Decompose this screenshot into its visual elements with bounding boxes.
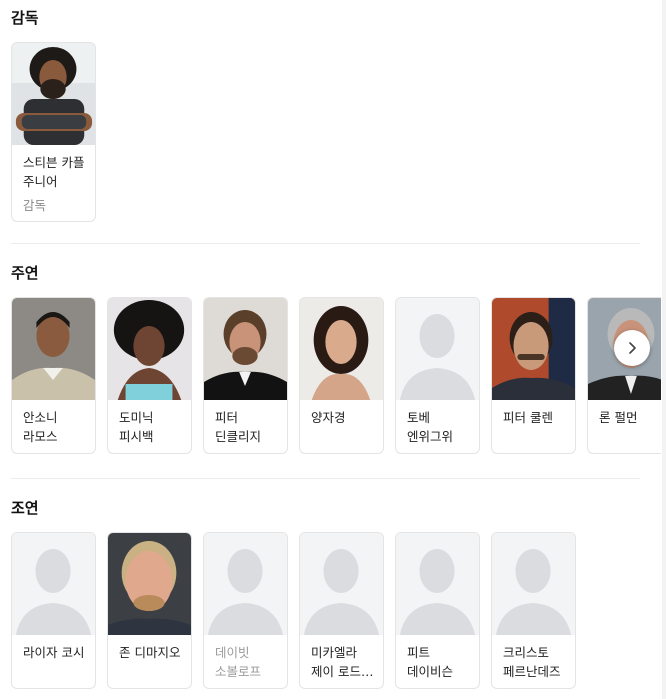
person-name: 피터 쿨렌 bbox=[503, 410, 553, 425]
supporting-list: 라이자 코시 존 디마지오 데이빗 소볼로프 미카엘라 제이 로드… 피트 데이… bbox=[11, 532, 576, 689]
person-name: 양자경 bbox=[311, 410, 346, 425]
person-name: 토베 엔위그위 bbox=[407, 410, 454, 444]
person-card[interactable]: 양자경 bbox=[299, 297, 384, 454]
section-divider bbox=[11, 243, 640, 244]
carousel-next-button[interactable] bbox=[614, 330, 650, 366]
page-scrollbar-track[interactable] bbox=[662, 0, 666, 699]
section-title-lead: 주연 bbox=[11, 264, 39, 282]
placeholder-avatar-icon bbox=[12, 533, 95, 635]
person-photo bbox=[300, 298, 383, 400]
person-card[interactable]: 토베 엔위그위 bbox=[395, 297, 480, 454]
person-name: 미카엘라 제이 로드… bbox=[311, 645, 374, 679]
person-card[interactable]: 존 디마지오 bbox=[107, 532, 192, 689]
placeholder-avatar-icon bbox=[396, 533, 479, 635]
person-card[interactable]: 피터 쿨렌 bbox=[491, 297, 576, 454]
person-name: 안소니 라모스 bbox=[23, 410, 58, 444]
person-name: 피터 딘클리지 bbox=[215, 410, 262, 444]
person-name: 스티븐 카플 주니어 bbox=[23, 155, 85, 189]
person-card[interactable]: 피트 데이비슨 bbox=[395, 532, 480, 689]
person-photo bbox=[108, 533, 191, 635]
person-photo bbox=[492, 298, 575, 400]
section-divider bbox=[11, 478, 640, 479]
chevron-right-icon bbox=[629, 342, 636, 354]
person-name: 도미닉 피시백 bbox=[119, 410, 154, 444]
person-name: 론 펄먼 bbox=[599, 410, 638, 425]
person-card[interactable]: 피터 딘클리지 bbox=[203, 297, 288, 454]
person-name: 크리스토 페르난데즈 bbox=[503, 645, 561, 679]
person-role: 감독 bbox=[23, 198, 47, 213]
person-card[interactable]: 라이자 코시 bbox=[11, 532, 96, 689]
placeholder-avatar-icon bbox=[492, 533, 575, 635]
placeholder-avatar-icon bbox=[396, 298, 479, 400]
section-title-director: 감독 bbox=[11, 9, 39, 27]
person-card-director[interactable]: 스티븐 카플 주니어 감독 bbox=[11, 42, 96, 222]
section-title-supporting: 조연 bbox=[11, 499, 39, 517]
person-name: 존 디마지오 bbox=[119, 645, 181, 660]
person-card[interactable]: 데이빗 소볼로프 bbox=[203, 532, 288, 689]
person-name: 피트 데이비슨 bbox=[407, 645, 454, 679]
person-photo bbox=[12, 298, 95, 400]
person-photo bbox=[204, 298, 287, 400]
person-name: 라이자 코시 bbox=[23, 645, 85, 660]
placeholder-avatar-icon bbox=[204, 533, 287, 635]
person-card[interactable]: 미카엘라 제이 로드… bbox=[299, 532, 384, 689]
person-photo bbox=[12, 43, 95, 145]
director-list: 스티븐 카플 주니어 감독 bbox=[11, 42, 96, 222]
person-photo bbox=[108, 298, 191, 400]
person-card[interactable]: 크리스토 페르난데즈 bbox=[491, 532, 576, 689]
placeholder-avatar-icon bbox=[300, 533, 383, 635]
person-card[interactable]: 도미닉 피시백 bbox=[107, 297, 192, 454]
person-name: 데이빗 소볼로프 bbox=[215, 645, 262, 679]
person-card[interactable]: 안소니 라모스 bbox=[11, 297, 96, 454]
person-card[interactable]: 론 펄먼 bbox=[587, 297, 661, 454]
lead-carousel: 안소니 라모스 도미닉 피시백 피터 딘클리지 양자경 토베 엔위그위 피터 쿨… bbox=[11, 297, 661, 457]
